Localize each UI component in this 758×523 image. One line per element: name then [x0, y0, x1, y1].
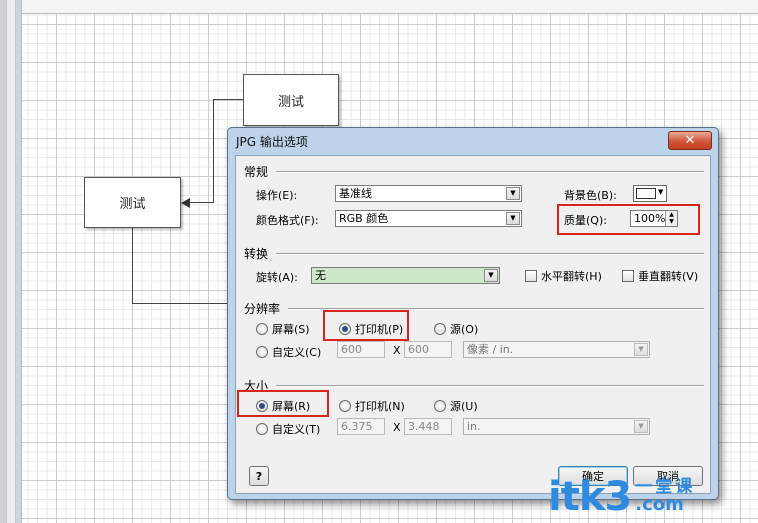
- size-printer-label: 打印机(N): [355, 400, 405, 413]
- left-scroll-track[interactable]: [6, 0, 16, 523]
- size-width-input[interactable]: 6.375: [337, 418, 385, 435]
- background-color-picker[interactable]: ▼: [633, 185, 667, 202]
- resolution-custom-label: 自定义(C): [272, 346, 322, 359]
- background-color-label: 背景色(B):: [564, 189, 617, 202]
- chevron-down-icon[interactable]: ▼: [484, 269, 498, 282]
- operation-value: 基准线: [339, 187, 372, 200]
- connector-segment: [213, 99, 214, 203]
- radio-dot-selected[interactable]: [339, 323, 351, 335]
- radio-dot[interactable]: [434, 400, 446, 412]
- watermark-logo-text: itk3: [548, 474, 632, 520]
- size-custom-label: 自定义(T): [272, 423, 321, 436]
- connector-segment: [132, 303, 228, 304]
- watermark-domain-text: .com: [635, 494, 684, 516]
- dialog-title-bar[interactable]: JPG 输出选项: [228, 128, 718, 154]
- checkbox-box[interactable]: [525, 270, 537, 282]
- resolution-screen-label: 屏幕(S): [272, 323, 310, 336]
- size-unit-select[interactable]: in. ▼: [463, 418, 650, 435]
- quality-input[interactable]: 100% ▲ ▼: [630, 210, 678, 227]
- shape-label: 测试: [277, 94, 304, 110]
- resolution-custom-radio[interactable]: 自定义(C): [256, 344, 321, 360]
- size-source-radio[interactable]: 源(U): [434, 398, 478, 414]
- quality-label: 质量(Q):: [564, 214, 607, 227]
- resolution-unit-select[interactable]: 像素 / in. ▼: [463, 341, 650, 358]
- color-format-select[interactable]: RGB 颜色 ▼: [335, 210, 522, 227]
- chevron-down-icon[interactable]: ▼: [634, 420, 648, 433]
- color-swatch: [636, 188, 656, 199]
- checkbox-box[interactable]: [622, 270, 634, 282]
- transform-separator: [276, 253, 704, 255]
- dialog-title: JPG 输出选项: [236, 134, 308, 149]
- flowchart-shape[interactable]: 测试: [243, 74, 339, 126]
- chevron-down-icon: ▼: [658, 188, 664, 196]
- resolution-printer-radio[interactable]: 打印机(P): [339, 321, 403, 337]
- resolution-source-radio[interactable]: 源(O): [434, 321, 478, 337]
- help-button[interactable]: ?: [249, 466, 269, 486]
- transform-section-title: 转换: [244, 247, 269, 261]
- operation-select[interactable]: 基准线 ▼: [335, 185, 522, 202]
- radio-dot-selected[interactable]: [256, 400, 268, 412]
- resolution-screen-radio[interactable]: 屏幕(S): [256, 321, 310, 337]
- chevron-down-icon[interactable]: ▼: [634, 343, 648, 356]
- resolution-section-title: 分辨率: [244, 302, 281, 316]
- jpg-output-options-dialog: JPG 输出选项 ✕ 常规 操作(E): 基准线 ▼ 颜色格式(F): RGB …: [227, 127, 719, 500]
- rotate-label: 旋转(A):: [256, 271, 298, 284]
- operation-label: 操作(E):: [256, 189, 298, 202]
- size-separator: [276, 385, 704, 387]
- watermark-side: 一堂课 .com: [635, 478, 695, 516]
- flip-horizontal-checkbox[interactable]: 水平翻转(H): [525, 268, 602, 284]
- help-icon: ?: [255, 469, 263, 483]
- resolution-width-input[interactable]: 600: [337, 341, 385, 358]
- size-x-label: X: [393, 421, 401, 434]
- radio-dot[interactable]: [256, 323, 268, 335]
- resolution-height-input[interactable]: 600: [404, 341, 452, 358]
- size-screen-radio[interactable]: 屏幕(R): [256, 398, 310, 414]
- close-icon: ✕: [684, 133, 696, 148]
- flip-vertical-checkbox[interactable]: 垂直翻转(V): [622, 268, 698, 284]
- arrow-head-icon: [181, 198, 190, 208]
- radio-dot[interactable]: [256, 423, 268, 435]
- size-printer-radio[interactable]: 打印机(N): [339, 398, 405, 414]
- radio-dot[interactable]: [339, 400, 351, 412]
- radio-dot[interactable]: [256, 346, 268, 358]
- top-ruler: [22, 0, 758, 14]
- left-scroll-strip[interactable]: [0, 0, 22, 523]
- size-screen-label: 屏幕(R): [272, 400, 311, 413]
- connector-segment: [189, 202, 214, 203]
- connector-segment: [132, 228, 133, 304]
- resolution-x-label: X: [393, 344, 401, 357]
- quality-value: 100%: [634, 212, 666, 225]
- size-custom-radio[interactable]: 自定义(T): [256, 421, 320, 437]
- color-format-label: 颜色格式(F):: [256, 214, 319, 227]
- size-unit-value: in.: [467, 420, 481, 433]
- quality-spinner[interactable]: ▲ ▼: [665, 211, 677, 226]
- site-watermark: itk3 一堂课 .com: [548, 474, 754, 520]
- flip-vertical-label: 垂直翻转(V): [638, 270, 699, 283]
- connector-segment: [213, 99, 244, 100]
- size-source-label: 源(U): [450, 400, 478, 413]
- close-button[interactable]: ✕: [668, 131, 712, 150]
- general-separator: [276, 171, 704, 173]
- size-height-input[interactable]: 3.448: [404, 418, 452, 435]
- shape-label: 测试: [119, 197, 146, 212]
- resolution-printer-label: 打印机(P): [355, 323, 404, 336]
- chevron-down-icon[interactable]: ▼: [506, 212, 520, 225]
- resolution-source-label: 源(O): [450, 323, 479, 336]
- radio-dot[interactable]: [434, 323, 446, 335]
- general-section-title: 常规: [244, 165, 269, 179]
- chevron-down-icon[interactable]: ▼: [506, 187, 520, 200]
- flowchart-shape[interactable]: 测试: [84, 177, 181, 228]
- resolution-unit-value: 像素 / in.: [467, 343, 514, 356]
- rotate-value: 无: [315, 269, 326, 282]
- flip-horizontal-label: 水平翻转(H): [541, 270, 602, 283]
- color-format-value: RGB 颜色: [339, 212, 389, 225]
- rotate-select[interactable]: 无 ▼: [311, 267, 500, 284]
- dialog-body: 常规 操作(E): 基准线 ▼ 颜色格式(F): RGB 颜色 ▼ 背景色(B)…: [235, 155, 711, 494]
